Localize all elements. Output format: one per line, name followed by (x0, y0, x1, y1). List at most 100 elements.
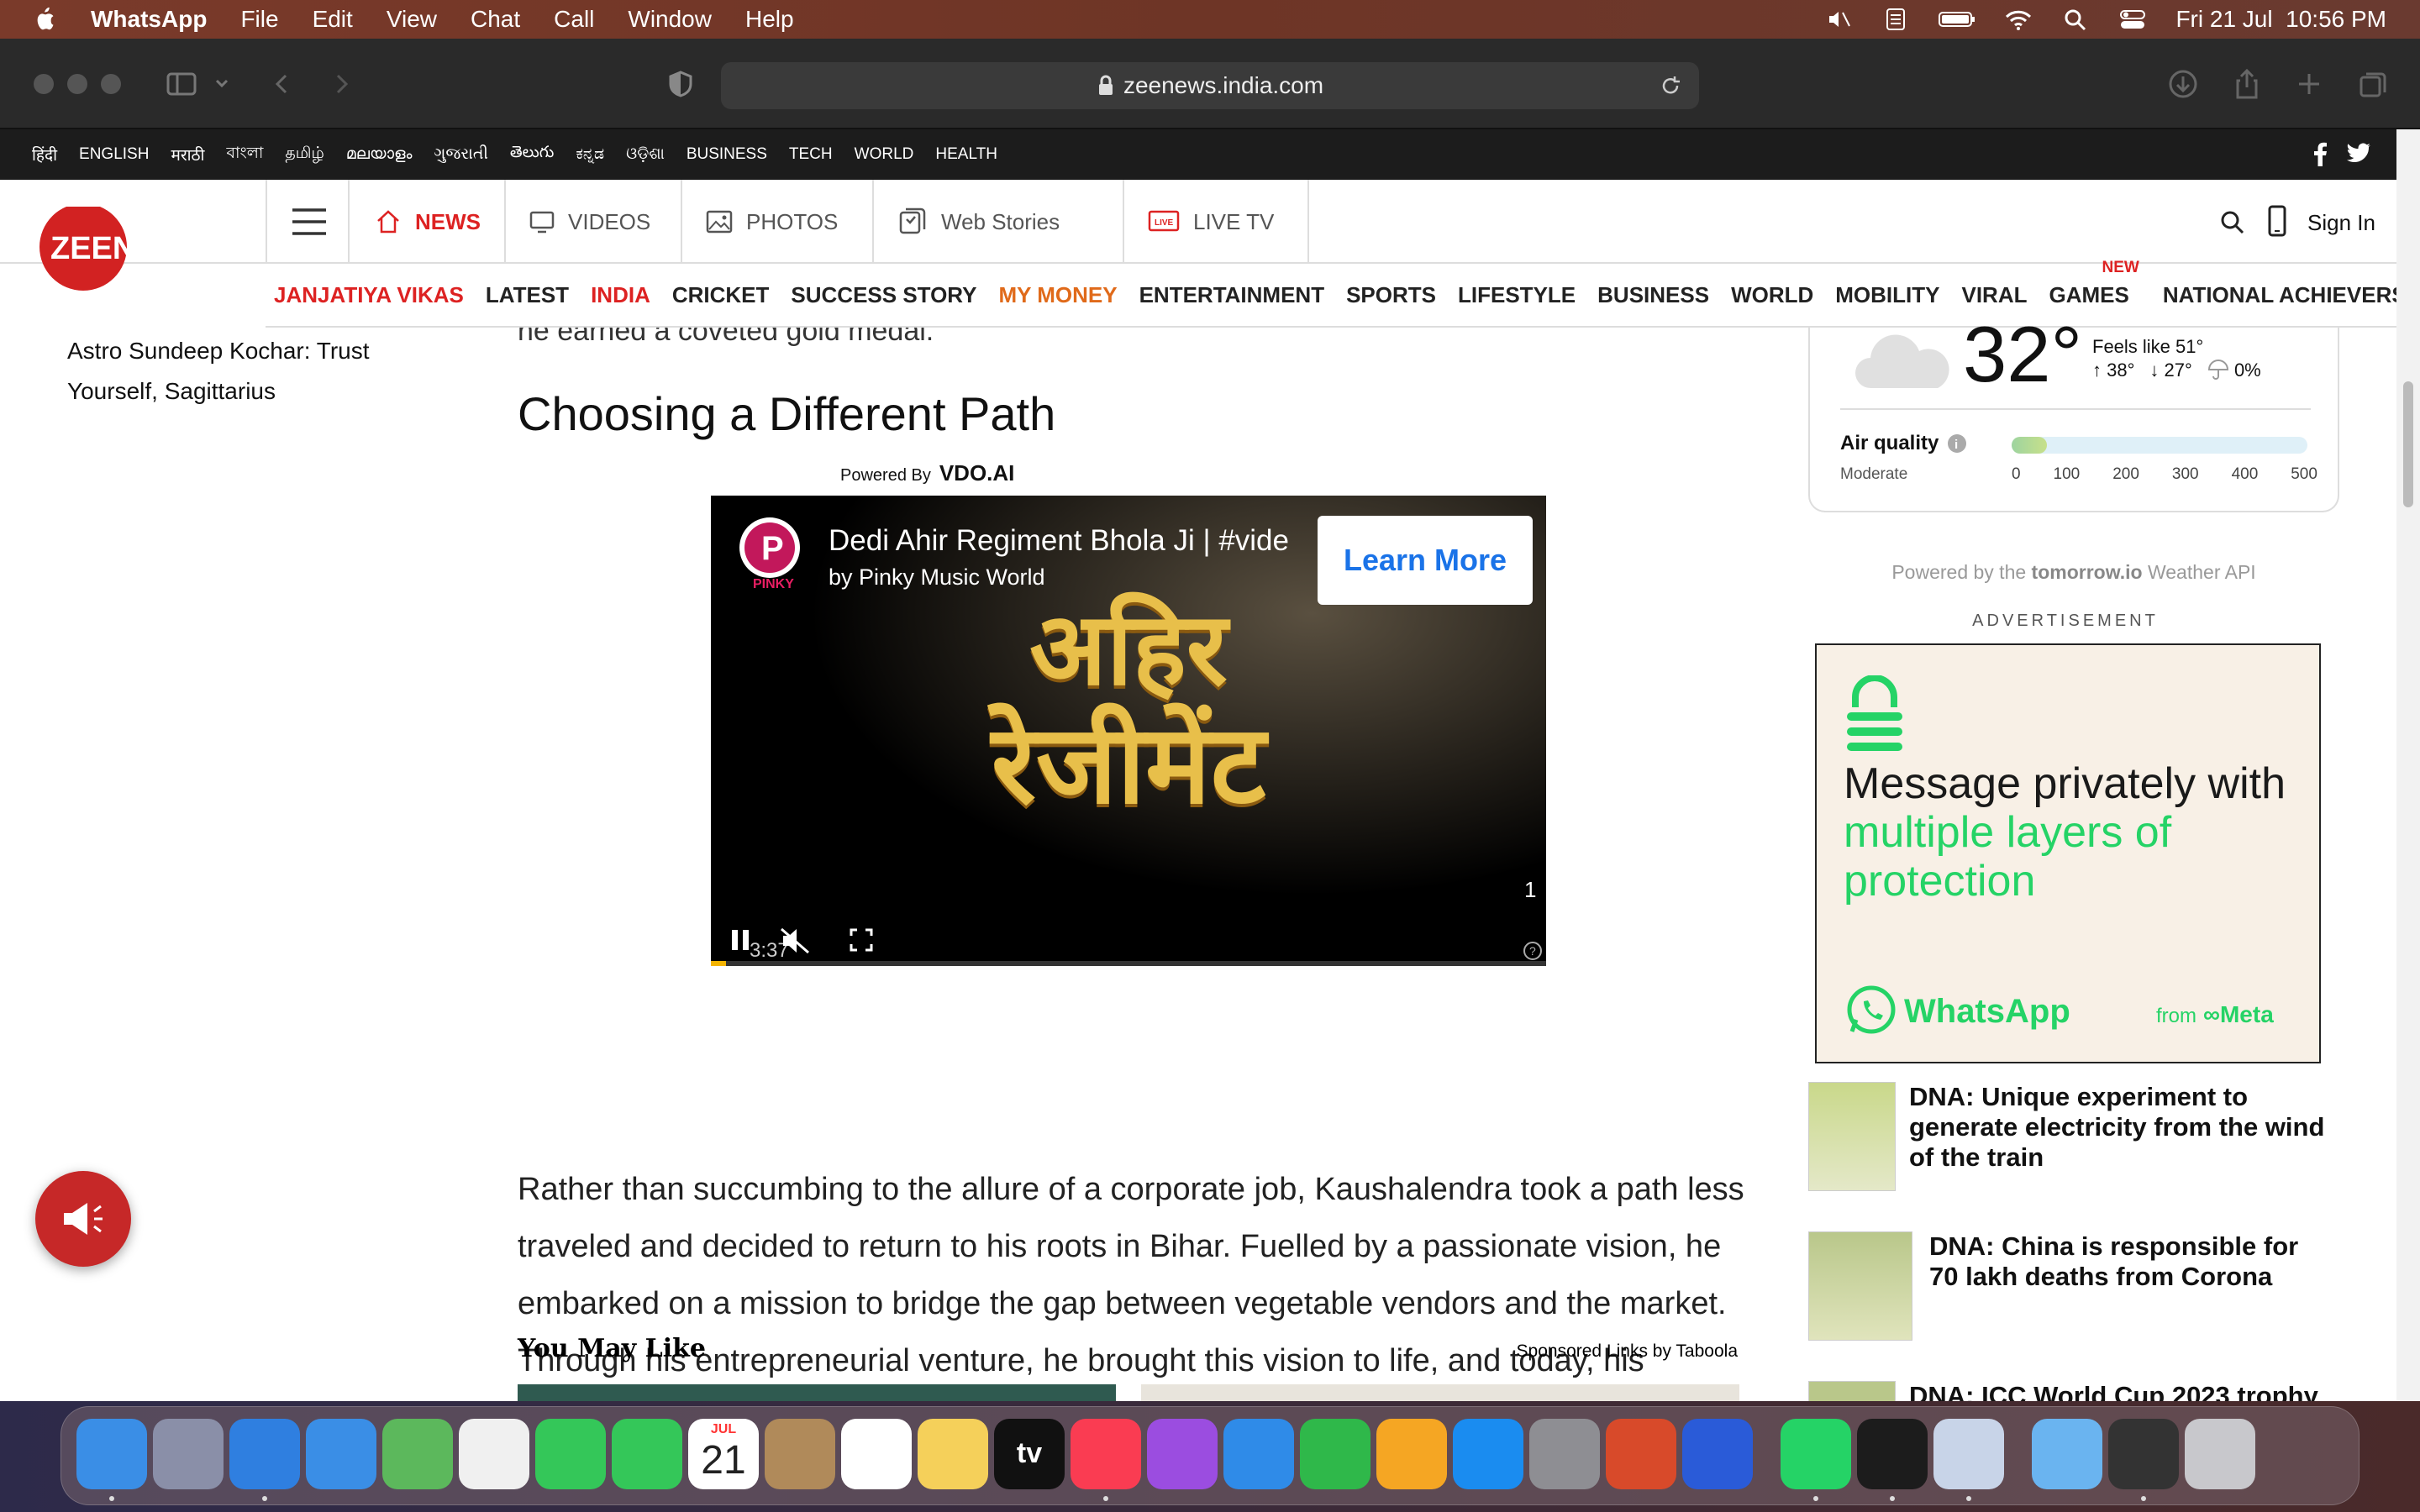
cat-lifestyle[interactable]: LIFESTYLE (1458, 282, 1576, 308)
sidebar-icon[interactable] (165, 67, 198, 101)
lang-gujarati[interactable]: ગુજરાતી (434, 145, 488, 164)
chevron-down-icon[interactable] (212, 67, 232, 101)
music-icon[interactable] (1071, 1419, 1141, 1489)
share-icon[interactable] (2230, 67, 2264, 101)
cat-games[interactable]: GAMES NEW (2049, 259, 2139, 308)
preview-icon[interactable] (1933, 1419, 2004, 1489)
menu-chat[interactable]: Chat (471, 6, 520, 33)
contacts-icon[interactable] (765, 1419, 835, 1489)
recommended-tile-2[interactable] (1141, 1384, 1739, 1401)
apple-icon[interactable] (34, 6, 59, 33)
menubar-clock[interactable]: Fri 21 Jul 10:56 PM (2175, 6, 2386, 33)
zeenews-logo[interactable]: ZEENEWS (37, 207, 230, 299)
lang-hindi[interactable]: हिंदी (32, 144, 57, 165)
reminders-icon[interactable] (841, 1419, 912, 1489)
new-tab-icon[interactable] (2292, 67, 2326, 101)
vdo-ai-logo[interactable]: VDO.AI (939, 460, 1015, 486)
lang-bangla[interactable]: বাংলা (226, 141, 263, 168)
remote-desktop-icon[interactable] (1606, 1419, 1676, 1489)
tab-live-tv[interactable]: LIVE LIVE TV (1124, 180, 1309, 264)
back-icon[interactable] (266, 67, 299, 101)
settings-icon[interactable] (1529, 1419, 1600, 1489)
cat-cricket[interactable]: CRICKET (672, 282, 770, 308)
whatsapp-icon[interactable] (1781, 1419, 1851, 1489)
reload-icon[interactable] (1659, 74, 1682, 97)
tomorrow-io-logo[interactable]: tomorrow.io (2032, 561, 2143, 583)
news-item-1[interactable]: DNA: Unique experiment to generate elect… (1808, 1082, 2339, 1200)
video-player[interactable]: P PINKY Dedi Ahir Regiment Bhola Ji | #v… (711, 496, 1546, 966)
appletv-icon[interactable]: tv (994, 1419, 1065, 1489)
forward-icon[interactable] (324, 67, 358, 101)
minimize-window-button[interactable] (67, 74, 87, 94)
privacy-shield-icon[interactable] (664, 67, 697, 101)
zoom-window-button[interactable] (101, 74, 121, 94)
sign-in-link[interactable]: Sign In (2307, 210, 2375, 236)
cat-national-achievers-award[interactable]: NATIONAL ACHIEVERS AWARD (2163, 282, 2420, 308)
close-window-button[interactable] (34, 74, 54, 94)
cat-success-story[interactable]: SUCCESS STORY (791, 282, 976, 308)
mobile-app-icon[interactable] (2267, 205, 2287, 237)
pause-icon[interactable] (729, 927, 751, 953)
menu-call[interactable]: Call (554, 6, 594, 33)
tab-photos[interactable]: PHOTOS (682, 180, 874, 264)
cat-janjatiya-vikas[interactable]: JANJATIYA VIKAS (274, 282, 464, 308)
audio-news-button[interactable] (35, 1171, 131, 1267)
wifi-icon[interactable] (2004, 8, 2033, 31)
tab-overview-icon[interactable] (2356, 67, 2390, 101)
lang-english[interactable]: ENGLISH (79, 145, 149, 164)
maps-icon[interactable] (382, 1419, 453, 1489)
cat-viral[interactable]: VIRAL (1961, 282, 2027, 308)
tab-news[interactable]: NEWS (351, 180, 506, 264)
lang-malayalam[interactable]: മലയാളം (346, 145, 413, 164)
tab-web-stories[interactable]: Web Stories (874, 180, 1124, 264)
recommended-tile-1[interactable] (518, 1384, 1116, 1401)
video-progress-track[interactable] (711, 961, 1546, 966)
menu-help[interactable]: Help (745, 6, 794, 33)
notes-icon[interactable] (918, 1419, 988, 1489)
address-bar[interactable]: zeenews.india.com (721, 62, 1699, 109)
numbers-icon[interactable] (1300, 1419, 1370, 1489)
cat-india[interactable]: INDIA (591, 282, 650, 308)
appstore-icon[interactable] (1453, 1419, 1523, 1489)
help-icon[interactable]: ? (1523, 941, 1543, 961)
launchpad-icon[interactable] (153, 1419, 224, 1489)
messages-icon[interactable] (535, 1419, 606, 1489)
info-icon[interactable]: i (1947, 433, 1967, 454)
learn-more-button[interactable]: Learn More (1318, 516, 1533, 605)
lang-marathi[interactable]: मराठी (171, 144, 204, 165)
downloads-icon[interactable] (2166, 67, 2200, 101)
pages-icon[interactable] (1376, 1419, 1447, 1489)
menu-edit[interactable]: Edit (313, 6, 353, 33)
terminal-icon[interactable] (1857, 1419, 1928, 1489)
menu-app-name[interactable]: WhatsApp (91, 6, 207, 33)
finder-icon[interactable] (76, 1419, 147, 1489)
calendar-icon[interactable]: JUL 21 (688, 1419, 759, 1489)
twitter-icon[interactable] (2346, 143, 2371, 165)
vpn-icon[interactable] (1682, 1419, 1753, 1489)
podcasts-icon[interactable] (1147, 1419, 1218, 1489)
lang-kannada[interactable]: ಕನ್ನಡ (576, 145, 604, 164)
search-icon[interactable] (2220, 210, 2245, 235)
vpn-tray-icon[interactable] (1881, 8, 1910, 31)
taboola-sponsored-link[interactable]: Sponsored Links by Taboola (1517, 1341, 1738, 1362)
cat-world[interactable]: WORLD (1731, 282, 1813, 308)
cat-my-money[interactable]: MY MONEY (998, 282, 1117, 308)
safari-icon[interactable] (229, 1419, 300, 1489)
muted-speaker-icon[interactable] (778, 926, 812, 956)
screenshot-icon[interactable] (2108, 1419, 2179, 1489)
hamburger-menu-button[interactable] (266, 180, 350, 264)
lang-world[interactable]: WORLD (855, 145, 914, 164)
news-item-3[interactable]: DNA: ICC World Cup 2023 trophy (1808, 1381, 2339, 1401)
facebook-icon[interactable] (2312, 141, 2328, 166)
lang-telugu[interactable]: తెలుగు (510, 144, 554, 165)
cat-business[interactable]: BUSINESS (1597, 282, 1709, 308)
tab-videos[interactable]: VIDEOS (506, 180, 682, 264)
cat-sports[interactable]: SPORTS (1346, 282, 1436, 308)
cat-entertainment[interactable]: ENTERTAINMENT (1139, 282, 1325, 308)
mail-icon[interactable] (306, 1419, 376, 1489)
cat-mobility[interactable]: MOBILITY (1835, 282, 1939, 308)
menu-window[interactable]: Window (628, 6, 712, 33)
menu-file[interactable]: File (240, 6, 278, 33)
mute-icon[interactable] (1824, 8, 1853, 31)
trash-icon[interactable] (2185, 1419, 2255, 1489)
